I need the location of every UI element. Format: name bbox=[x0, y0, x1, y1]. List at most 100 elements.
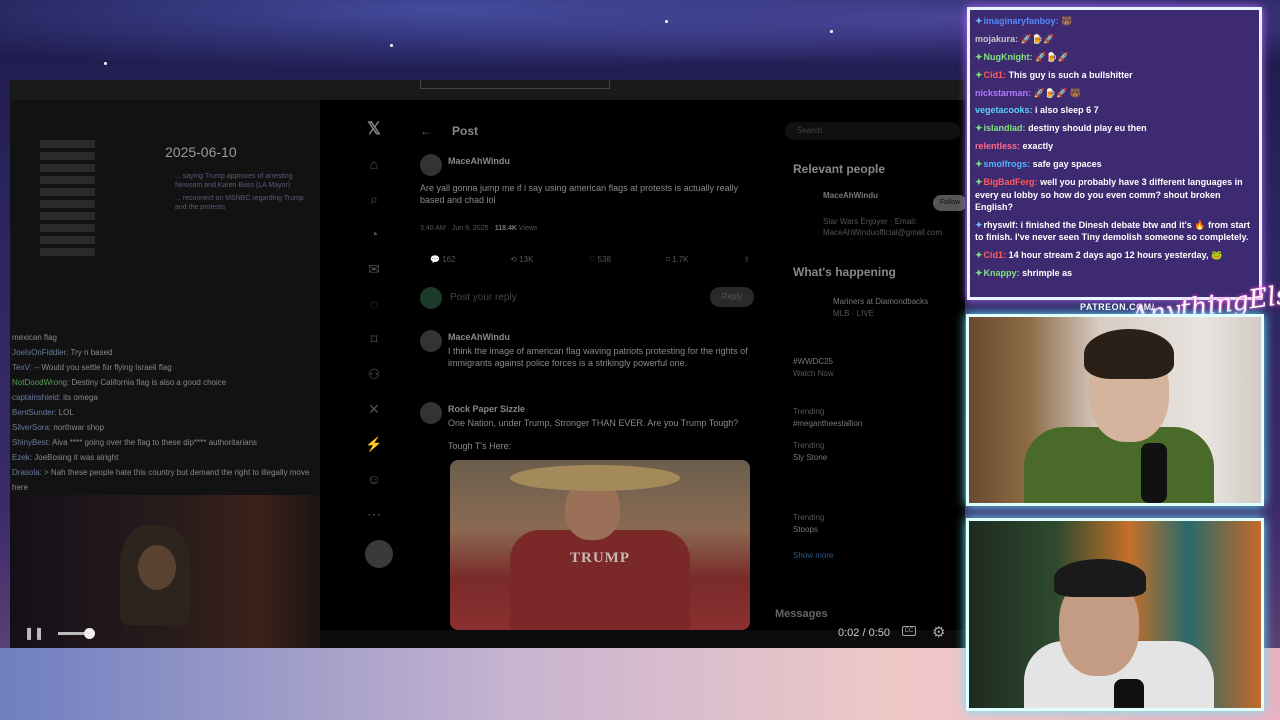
chat-username[interactable]: smolfrogs: bbox=[984, 159, 1031, 169]
chat-log-line: TexV: -- Would you settle for flying Isr… bbox=[12, 363, 172, 372]
chat-username[interactable]: NugKnight: bbox=[984, 52, 1033, 62]
tweet-text: Are yall gonna jump me if i say using am… bbox=[420, 183, 739, 205]
volume-knob[interactable] bbox=[84, 628, 95, 639]
chat-username[interactable]: vegetacooks: bbox=[975, 105, 1033, 115]
tweet-link[interactable]: Tough T's Here: bbox=[448, 440, 753, 452]
person-bio: Star Wars Enjoyer · Email: MaceAhWinduof… bbox=[823, 217, 943, 237]
tweet[interactable]: Rock Paper Sizzle One Nation, under Trum… bbox=[420, 402, 755, 462]
star bbox=[104, 62, 107, 65]
chat-username[interactable]: BigBadFerg: bbox=[984, 177, 1038, 187]
search-icon[interactable]: ⌕ bbox=[365, 190, 383, 208]
tweet-image[interactable]: TRUMP bbox=[450, 460, 750, 630]
trend-sub: Watch Now bbox=[793, 369, 834, 378]
badge-icon: ✦ bbox=[975, 219, 983, 230]
shirt-text: TRUMP bbox=[570, 550, 630, 566]
chat-log-line: SilverSora: northwar shop bbox=[12, 423, 105, 432]
badge-icon: ✦ bbox=[975, 51, 983, 62]
tweet[interactable]: MaceAhWindu Are yall gonna jump me if i … bbox=[420, 154, 755, 224]
tweet-author[interactable]: MaceAhWindu bbox=[448, 156, 510, 166]
chat-username[interactable]: Knappy: bbox=[984, 268, 1020, 278]
microphone bbox=[1114, 679, 1144, 708]
chat-log-line: BentSunder: LOL bbox=[12, 408, 74, 417]
page-title: Post bbox=[452, 124, 479, 138]
tweet[interactable]: MaceAhWindu I think the image of america… bbox=[420, 330, 755, 390]
avatar[interactable] bbox=[420, 330, 442, 352]
communities-icon[interactable]: ⚇ bbox=[365, 365, 383, 383]
profile-icon[interactable]: ☺ bbox=[365, 470, 383, 488]
pause-icon[interactable]: ❚❚ bbox=[24, 626, 44, 640]
doc-date: 2025-06-10 bbox=[165, 144, 237, 160]
captions-button[interactable]: CC bbox=[902, 626, 916, 636]
screen-share: 2025-06-10 ... saying Trump approves of … bbox=[10, 80, 965, 648]
chat-text: safe gay spaces bbox=[1032, 159, 1102, 170]
notifications-icon[interactable]: ◔ bbox=[365, 225, 383, 243]
back-arrow-icon[interactable]: ← bbox=[420, 124, 432, 138]
avatar bbox=[420, 287, 442, 309]
chat-message: mojakura: 🚀🍺🚀 bbox=[975, 33, 1055, 44]
bookmarks-icon[interactable]: ⌑ bbox=[365, 330, 383, 348]
face bbox=[138, 545, 176, 590]
avatar[interactable] bbox=[420, 154, 442, 176]
more-icon[interactable]: ⋯ bbox=[365, 505, 383, 523]
post-button[interactable] bbox=[365, 540, 393, 568]
notes-nav bbox=[40, 140, 110, 260]
chat-log-line: Ezek: JoeBosing it was alright bbox=[12, 453, 119, 462]
doc-line: ... reconnect on MSNBC regarding Trump a… bbox=[175, 195, 304, 211]
verified-orgs-icon[interactable]: ⚡ bbox=[365, 435, 383, 453]
tweet-author[interactable]: MaceAhWindu bbox=[448, 332, 510, 342]
address-bar[interactable] bbox=[420, 80, 610, 89]
chat-message: ✦rhyswlf: i finished the Dinesh debate b… bbox=[975, 219, 1254, 244]
trend-item[interactable]: Sly Stone bbox=[793, 452, 958, 463]
chat-message: ✦BigBadFerg: well you probably have 3 di… bbox=[975, 176, 1254, 214]
doc-lines: ... saying Trump approves of arresting N… bbox=[175, 172, 310, 212]
notes-panel: 2025-06-10 ... saying Trump approves of … bbox=[10, 100, 320, 648]
doc-line: ... saying Trump approves of arresting N… bbox=[175, 173, 293, 189]
chat-username[interactable]: nickstarman: bbox=[975, 88, 1031, 98]
grok-icon[interactable]: ◌ bbox=[365, 295, 383, 313]
home-icon[interactable]: ⌂ bbox=[365, 155, 383, 173]
share-icon[interactable]: ⇪ bbox=[743, 255, 750, 264]
x-logo-icon[interactable]: 𝕏 bbox=[365, 120, 383, 138]
chat-text: destiny should play eu then bbox=[1028, 123, 1147, 134]
premium-icon[interactable]: ✕ bbox=[365, 400, 383, 418]
chat-username[interactable]: relentless: bbox=[975, 141, 1020, 151]
bookmark-action[interactable]: ⌑ 1.7K bbox=[666, 255, 689, 264]
chat-username[interactable]: Cid1: bbox=[984, 250, 1007, 260]
chat-username[interactable]: rhyswlf: bbox=[984, 220, 1019, 230]
chat-username[interactable]: mojakura: bbox=[975, 34, 1018, 44]
trend-item[interactable]: #WWDC25 bbox=[793, 356, 958, 367]
trend-item[interactable]: #megantheestallion bbox=[793, 418, 958, 429]
chat-username[interactable]: Cid1: bbox=[984, 70, 1007, 80]
chat-message: ✦islandlad: destiny should play eu then bbox=[975, 122, 1254, 135]
messages-icon[interactable]: ✉ bbox=[365, 260, 383, 278]
gear-icon[interactable]: ⚙ bbox=[932, 623, 945, 641]
like-action[interactable]: ♡ 538 bbox=[588, 255, 611, 264]
webcam-top bbox=[966, 314, 1264, 506]
stream-chat-log: mexican flag JoeIsOnFiddler: Try n based… bbox=[12, 330, 317, 495]
chat-username[interactable]: imaginaryfanboy: bbox=[984, 16, 1059, 26]
cap bbox=[1054, 559, 1146, 597]
trend-item[interactable]: Mariners at Diamondbacks bbox=[833, 296, 965, 307]
follow-button[interactable]: Follow bbox=[933, 195, 965, 211]
show-more-link[interactable]: Show more bbox=[793, 550, 958, 561]
badge-icon: ✦ bbox=[975, 69, 983, 80]
chat-text: This guy is such a bullshitter bbox=[1008, 69, 1133, 80]
reply-button[interactable]: Reply bbox=[710, 287, 754, 307]
chat-message: nickstarman: 🚀🍺🚀 🐻 bbox=[975, 87, 1081, 98]
reply-action[interactable]: 💬 162 bbox=[430, 255, 456, 264]
tweet-author[interactable]: Rock Paper Sizzle bbox=[448, 404, 525, 414]
reply-input[interactable]: Post your reply bbox=[450, 292, 517, 303]
x-app: 𝕏 ⌂ ⌕ ◔ ✉ ◌ ⌑ ⚇ ✕ ⚡ ☺ ⋯ ← Post MaceAhWin… bbox=[320, 100, 965, 630]
chat-message: vegetacooks: i also sleep 6 7 bbox=[975, 104, 1254, 117]
trend-item[interactable]: Stoops bbox=[793, 524, 958, 535]
chat-message: ✦Cid1: 14 hour stream 2 days ago 12 hour… bbox=[975, 250, 1223, 261]
chat-log-line: ShinyBest: Aiva **** going over the flag… bbox=[12, 438, 258, 447]
avatar[interactable] bbox=[420, 402, 442, 424]
chat-text: 14 hour stream 2 days ago 12 hours yeste… bbox=[1008, 250, 1209, 261]
relevant-people-heading: Relevant people bbox=[793, 162, 886, 176]
reply-composer: Post your reply Reply bbox=[420, 283, 755, 313]
live-chat: ✦imaginaryfanboy: 🐻 mojakura: 🚀🍺🚀 ✦NugKn… bbox=[967, 7, 1262, 300]
retweet-action[interactable]: ⟲ 13K bbox=[510, 255, 533, 264]
chat-username[interactable]: islandlad: bbox=[984, 123, 1026, 133]
search-input[interactable]: Search bbox=[785, 122, 960, 140]
